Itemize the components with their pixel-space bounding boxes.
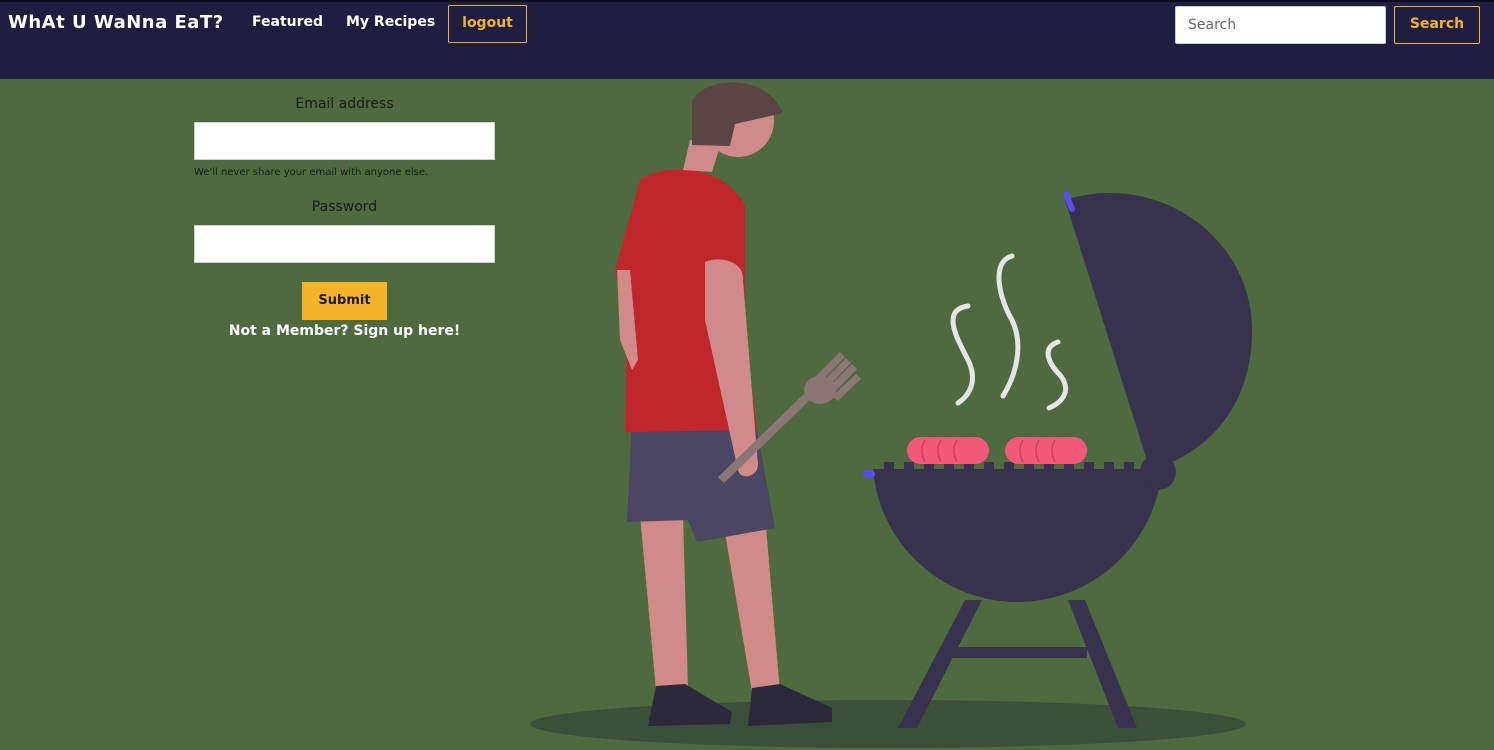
password-field[interactable]	[194, 225, 495, 263]
submit-button[interactable]: Submit	[302, 282, 387, 320]
search-button[interactable]: Search	[1394, 6, 1480, 44]
sausages	[907, 437, 1087, 464]
grill-handle	[863, 470, 875, 478]
search-input[interactable]	[1175, 6, 1386, 44]
lid-handle	[1063, 191, 1075, 212]
lid-hinge	[1140, 454, 1176, 490]
man	[615, 82, 861, 726]
nav-link-featured[interactable]: Featured	[252, 14, 323, 30]
email-label: Email address	[295, 96, 394, 112]
email-help-text: We'll never share your email with anyone…	[194, 167, 429, 178]
password-label: Password	[311, 199, 378, 215]
navbar: WhAt U WaNna EaT? Featured My Recipes lo…	[0, 0, 1494, 79]
steam	[950, 253, 1068, 411]
email-field[interactable]	[194, 122, 495, 160]
logout-button[interactable]: logout	[448, 5, 527, 43]
grill-lid	[1065, 192, 1253, 470]
grill-bowl	[873, 469, 1162, 602]
login-form: Email address We'll never share your ema…	[194, 96, 495, 339]
ground-shadow	[530, 700, 1246, 748]
signup-link[interactable]: Not a Member? Sign up here!	[194, 323, 495, 339]
nav-link-my-recipes[interactable]: My Recipes	[346, 14, 435, 30]
man-grilling-illustration	[530, 82, 1253, 748]
brand-logo[interactable]: WhAt U WaNna EaT?	[8, 12, 224, 33]
